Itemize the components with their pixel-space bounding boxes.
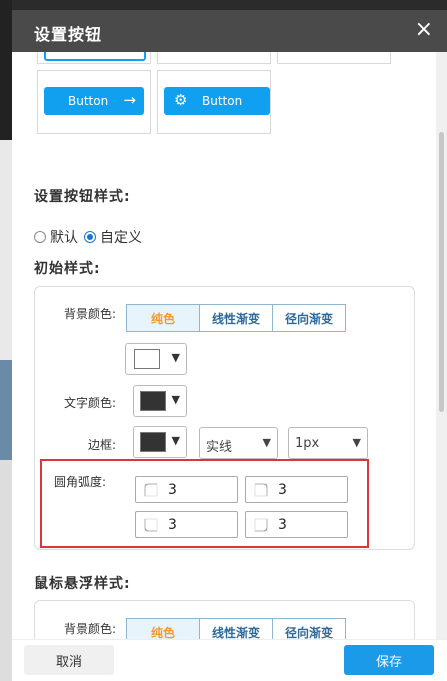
border-width-value: 1px	[295, 436, 320, 451]
radius-label: 圆角弧度:	[54, 475, 107, 489]
preview-button-label: Button	[68, 94, 109, 108]
hover-style-title: 鼠标悬浮样式:	[34, 576, 131, 592]
dialog-scrollbar[interactable]	[436, 52, 447, 639]
radius-bottom-left-input[interactable]: 3	[135, 511, 238, 538]
preview-cell[interactable]	[37, 52, 151, 64]
radio-default-label: 默认	[50, 230, 78, 246]
hover-bg-type-tabs: 纯色 线性渐变 径向渐变	[126, 618, 346, 639]
hover-tab-solid[interactable]: 纯色	[126, 618, 200, 639]
corner-bottom-right-icon	[254, 518, 268, 532]
radius-top-right-value: 3	[278, 482, 287, 498]
bg-color-picker[interactable]: ▼	[125, 343, 187, 375]
preview-cell[interactable]	[157, 52, 271, 64]
cancel-button[interactable]: 取消	[24, 645, 114, 675]
hover-tab-linear-gradient[interactable]: 线性渐变	[199, 618, 273, 639]
radius-bottom-left-value: 3	[168, 517, 177, 533]
text-color-label: 文字颜色:	[63, 396, 116, 410]
background-page-strip	[0, 0, 447, 10]
border-color-picker[interactable]: ▼	[133, 426, 187, 458]
button-settings-dialog: 设置按钮 × Button → ⚙ Button 设置按钮样式: 默认 自定义	[12, 10, 447, 681]
border-width-select[interactable]: 1px ▼	[288, 427, 368, 459]
hover-bg-color-label: 背景颜色:	[63, 622, 116, 636]
dialog-footer: 取消 保存	[12, 639, 447, 681]
preview-button-label: Button	[202, 94, 243, 108]
tab-radial-gradient[interactable]: 径向渐变	[272, 304, 346, 332]
text-color-swatch	[140, 391, 166, 411]
preview-cell[interactable]	[277, 52, 391, 64]
initial-style-title: 初始样式:	[34, 261, 101, 277]
corner-top-right-icon	[254, 483, 268, 497]
radius-top-left-value: 3	[168, 482, 177, 498]
corner-top-left-icon	[144, 483, 158, 497]
tab-linear-gradient[interactable]: 线性渐变	[199, 304, 273, 332]
close-icon[interactable]: ×	[415, 17, 433, 42]
preview-button-gear[interactable]: ⚙ Button	[164, 87, 270, 115]
radius-bottom-right-value: 3	[278, 517, 287, 533]
radio-default[interactable]	[34, 231, 46, 243]
background-page-left	[0, 0, 12, 681]
dialog-title: 设置按钮	[34, 25, 103, 44]
border-style-select[interactable]: 实线 ▼	[199, 427, 278, 459]
radio-custom-label: 自定义	[100, 230, 142, 246]
corner-bottom-left-icon	[144, 518, 158, 532]
scrollbar-thumb[interactable]	[439, 132, 444, 412]
preview-button-arrow[interactable]: Button →	[44, 87, 144, 115]
radius-top-left-input[interactable]: 3	[135, 476, 238, 503]
gear-icon: ⚙	[174, 91, 188, 109]
border-color-swatch	[140, 432, 166, 452]
button-style-title: 设置按钮样式:	[34, 189, 131, 205]
preview-cell-gear[interactable]: ⚙ Button	[157, 70, 271, 134]
arrow-right-icon: →	[123, 91, 136, 109]
caret-down-icon: ▼	[171, 434, 180, 447]
tab-solid[interactable]: 纯色	[126, 304, 200, 332]
caret-down-icon: ▼	[171, 351, 180, 364]
radius-top-right-input[interactable]: 3	[245, 476, 348, 503]
border-label: 边框:	[87, 438, 116, 452]
dialog-body[interactable]: Button → ⚙ Button 设置按钮样式: 默认 自定义 初始样式: 背…	[12, 52, 436, 639]
bg-color-swatch	[134, 349, 160, 369]
bg-color-label: 背景颜色:	[63, 307, 116, 321]
border-style-value: 实线	[206, 440, 233, 455]
save-button[interactable]: 保存	[344, 645, 434, 675]
caret-down-icon: ▼	[171, 393, 180, 406]
style-radio-group: 默认 自定义	[34, 227, 142, 247]
chevron-down-icon: ▼	[352, 436, 361, 449]
preview-cell-arrow[interactable]: Button →	[37, 70, 151, 134]
bg-type-tabs: 纯色 线性渐变 径向渐变	[126, 304, 346, 332]
chevron-down-icon: ▼	[262, 436, 271, 449]
hover-tab-radial-gradient[interactable]: 径向渐变	[272, 618, 346, 639]
radio-custom[interactable]	[84, 231, 96, 243]
dialog-header: 设置按钮 ×	[12, 10, 447, 52]
radius-bottom-right-input[interactable]: 3	[245, 511, 348, 538]
text-color-picker[interactable]: ▼	[133, 385, 187, 417]
